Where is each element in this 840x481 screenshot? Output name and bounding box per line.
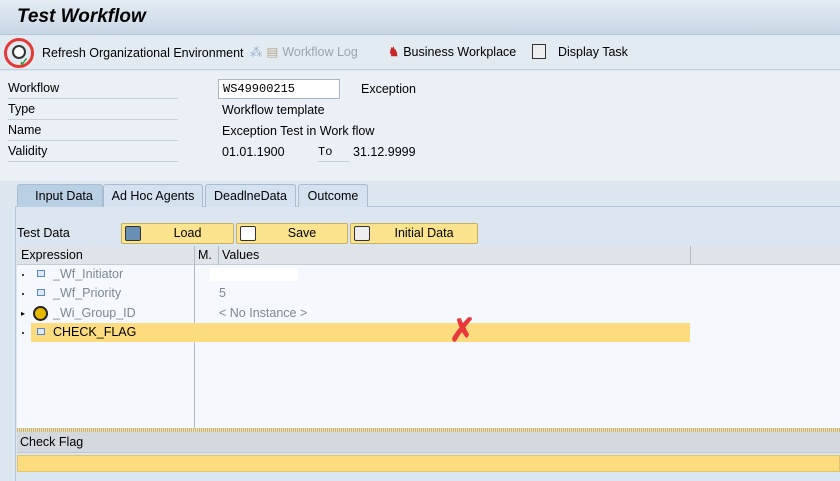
toolbar: ✓ Refresh Organizational Environment ⁂ ▤… — [0, 35, 840, 70]
type-value: Workflow template — [222, 103, 325, 117]
to-label: To — [318, 143, 350, 162]
workflow-log-button[interactable]: ⁂ ▤ Workflow Log — [250, 44, 358, 60]
field-icon — [37, 270, 45, 277]
load-button[interactable]: Load — [121, 223, 234, 244]
save-button[interactable]: Save — [236, 223, 348, 244]
col-expression: Expression — [21, 248, 83, 262]
red-x-annotation-icon: ✗ — [449, 312, 476, 348]
value-cell: 5 — [219, 286, 226, 300]
display-task-button[interactable]: Display Task — [532, 44, 628, 59]
workflow-desc: Exception — [361, 82, 416, 96]
valid-to: 31.12.9999 — [353, 145, 416, 159]
col-values: Values — [222, 248, 260, 262]
chair-icon: ♞ — [388, 45, 400, 59]
test-data-label: Test Data — [17, 226, 70, 240]
table-row[interactable]: _Wf_Initiator — [17, 265, 840, 284]
tab-deadline-data[interactable]: DeadlneData — [205, 184, 296, 207]
validity-label: Validity — [8, 142, 178, 162]
initial-data-button[interactable]: Initial Data — [350, 223, 478, 244]
page-title: Test Workflow — [17, 6, 146, 27]
object-icon — [33, 306, 48, 321]
valid-from: 01.01.1900 — [222, 145, 285, 159]
table-row[interactable]: ▸ _Wi_Group_ID < No Instance > — [17, 304, 840, 323]
name-value: Exception Test in Work flow — [222, 124, 375, 138]
tab-outcome[interactable]: Outcome — [298, 184, 368, 207]
field-icon — [37, 328, 45, 335]
hierarchy-icon: ⁂ — [250, 45, 263, 59]
field-icon — [37, 289, 45, 296]
value-cell — [210, 268, 298, 281]
clock-check-icon: ✓ — [4, 38, 34, 69]
workflow-label: Workflow — [8, 79, 178, 99]
tab-ad-hoc-agents[interactable]: Ad Hoc Agents — [103, 184, 203, 207]
scroll-icon: ▤ — [266, 45, 279, 59]
check-flag-header: Check Flag — [17, 432, 840, 453]
col-m: M. — [198, 248, 212, 262]
name-label: Name — [8, 121, 178, 141]
table-row-selected[interactable]: CHECK_FLAG ✗ — [17, 314, 840, 346]
refresh-org-button[interactable]: ✓ Refresh Organizational Environment — [4, 38, 244, 69]
value-cell: < No Instance > — [219, 306, 308, 320]
workflow-input[interactable]: WS49900215 — [218, 79, 340, 99]
table-header: Expression M. Values — [17, 246, 840, 265]
expand-icon[interactable]: ▸ — [21, 304, 25, 323]
business-workplace-button[interactable]: ♞ Business Workplace — [388, 44, 516, 60]
tab-input-data[interactable]: Input Data — [17, 184, 103, 207]
table-body: _Wf_Initiator _Wf_Priority 5 ▸ _Wi_Group… — [17, 265, 840, 428]
task-icon — [532, 44, 546, 59]
type-label: Type — [8, 100, 178, 120]
table-row[interactable]: _Wf_Priority 5 — [17, 284, 840, 303]
check-flag-field[interactable] — [17, 455, 840, 472]
